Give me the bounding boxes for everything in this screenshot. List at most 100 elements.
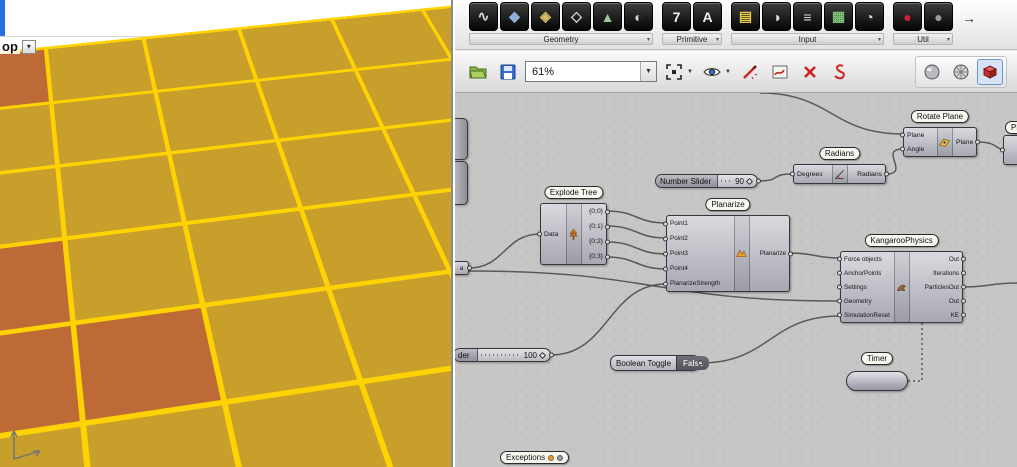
rhino-viewport[interactable]: op ▾ — [0, 0, 453, 467]
param-grip[interactable] — [663, 281, 668, 286]
kangaroo-physics-input-anchorpoints[interactable]: AnchorPoints — [841, 266, 894, 280]
param-grip[interactable] — [663, 221, 668, 226]
viewport-menu-caret-icon[interactable]: ▾ — [22, 40, 36, 54]
param-grip[interactable] — [788, 251, 793, 256]
param-grip[interactable] — [756, 179, 761, 184]
partial-component-2[interactable] — [455, 161, 468, 205]
kangaroo-physics-output-ke[interactable]: KE — [910, 308, 963, 322]
partial-component-right-input[interactable] — [1004, 136, 1017, 164]
param-grip[interactable] — [961, 285, 966, 290]
planarize-input-point2[interactable]: Point2 — [667, 231, 734, 246]
zoom-extents-button[interactable] — [661, 59, 687, 85]
grasshopper-canvas[interactable]: aExplode TreeData{0;0}{0;1}{0;2}{0;3}Pla… — [455, 93, 1017, 467]
kangaroo-physics[interactable]: Force objectsAnchorPointsSettingsGeometr… — [840, 251, 963, 323]
blob-icon[interactable]: ● — [924, 2, 953, 31]
partial-component-right[interactable] — [1003, 135, 1017, 165]
toolbar-group-label-util[interactable]: Util▾ — [893, 33, 953, 45]
param-grip[interactable] — [698, 361, 703, 366]
toolbar-group-label-geometry[interactable]: Geometry▾ — [469, 33, 653, 45]
boolean-toggle[interactable]: Boolean ToggleFalse — [610, 355, 700, 371]
param-grip[interactable] — [837, 271, 842, 276]
wand-button[interactable] — [737, 59, 763, 85]
kangaroo-physics-output-out[interactable]: Out — [910, 252, 963, 266]
clock-icon[interactable]: ◔ — [855, 2, 884, 31]
param-grip[interactable] — [790, 172, 795, 177]
planarize-input-planarizestrength[interactable]: PlanarizeStrength — [667, 276, 734, 291]
viewport-title[interactable]: op ▾ — [0, 39, 36, 54]
explode-tree-output-0-3[interactable]: {0;3} — [582, 249, 607, 264]
kangaroo-physics-output-particlesout[interactable]: ParticlesOut — [910, 280, 963, 294]
partial-param-a[interactable]: a — [455, 261, 469, 275]
param-grip[interactable] — [961, 271, 966, 276]
script-sketch-button[interactable] — [827, 59, 853, 85]
param-grip[interactable] — [961, 299, 966, 304]
param-grip[interactable] — [605, 239, 610, 244]
param-grip[interactable] — [663, 266, 668, 271]
shaded-preview-button[interactable] — [919, 59, 945, 85]
param-grip[interactable] — [837, 257, 842, 262]
planarize-input-point1[interactable]: Point1 — [667, 216, 734, 231]
param-grip[interactable] — [837, 285, 842, 290]
kangaroo-physics-input-settings[interactable]: Settings — [841, 280, 894, 294]
number-slider[interactable]: Number Slider90 — [655, 174, 758, 188]
explode-tree-output-0-2[interactable]: {0;2} — [582, 234, 607, 249]
save-document-button[interactable] — [495, 59, 521, 85]
analyze-icon[interactable]: ◐ — [624, 2, 653, 31]
param-grip[interactable] — [900, 147, 905, 152]
param-grip[interactable] — [961, 257, 966, 262]
partial-component-1[interactable] — [455, 118, 468, 160]
planarize-input-point3[interactable]: Point3 — [667, 246, 734, 261]
param-grip[interactable] — [663, 251, 668, 256]
planarize-input-point4[interactable]: Point4 — [667, 261, 734, 276]
timer[interactable] — [846, 371, 908, 391]
slider-icon[interactable]: ▤ — [731, 2, 760, 31]
color-grid-icon[interactable]: ▦ — [824, 2, 853, 31]
explode-tree-output-0-0[interactable]: {0;0} — [582, 204, 607, 219]
param-grip[interactable] — [837, 313, 842, 318]
cherry-picker-icon[interactable]: ● — [893, 2, 922, 31]
radians-input-degrees[interactable]: Degrees — [794, 165, 832, 183]
number-slider-partial-handle[interactable] — [539, 351, 546, 358]
param-grip[interactable] — [1000, 148, 1005, 153]
knob-icon[interactable]: ◑ — [762, 2, 791, 31]
number-slider-track[interactable] — [721, 180, 731, 182]
freeform-icon[interactable]: ∿ — [469, 2, 498, 31]
param-grip[interactable] — [605, 254, 610, 259]
zoom-caret-icon[interactable]: ▼ — [640, 62, 656, 81]
param-grip[interactable] — [900, 133, 905, 138]
triangulate-icon[interactable]: ▲ — [593, 2, 622, 31]
rotate-plane-output-plane[interactable]: Plane — [953, 128, 976, 156]
radians[interactable]: Degrees Radians — [793, 164, 886, 184]
param-grip[interactable] — [837, 299, 842, 304]
toolbar-group-label-primitive[interactable]: Primitive▾ — [662, 33, 722, 45]
kangaroo-physics-input-simulationreset[interactable]: SimulationReset — [841, 308, 894, 322]
mesh-icon[interactable]: ◈ — [531, 2, 560, 31]
zoom-extents-button-caret-icon[interactable]: ▼ — [687, 69, 695, 75]
param-grip[interactable] — [605, 209, 610, 214]
param-grip[interactable] — [884, 172, 889, 177]
number-icon[interactable]: 7 — [662, 2, 691, 31]
number-slider-partial-track[interactable] — [481, 354, 520, 356]
surface-icon[interactable]: ◆ — [500, 2, 529, 31]
boolean-toggle-value[interactable]: False — [676, 356, 709, 370]
delete-sketch-button[interactable] — [797, 59, 823, 85]
preview-visibility-button[interactable] — [699, 59, 725, 85]
param-grip[interactable] — [537, 232, 542, 237]
kangaroo-physics-output-out[interactable]: Out — [910, 294, 963, 308]
rotate-plane-input-plane[interactable]: Plane — [904, 128, 937, 142]
param-grip[interactable] — [975, 140, 980, 145]
radians-output-radians[interactable]: Radians — [848, 165, 886, 183]
explode-tree-output-0-1[interactable]: {0;1} — [582, 219, 607, 234]
open-document-button[interactable] — [465, 59, 491, 85]
zoom-select[interactable]: 61%▼ — [525, 61, 657, 82]
text-icon[interactable]: A — [693, 2, 722, 31]
number-slider-partial[interactable]: der100 — [455, 348, 551, 362]
param-grip[interactable] — [663, 236, 668, 241]
explode-tree[interactable]: Data{0;0}{0;1}{0;2}{0;3} — [540, 203, 607, 265]
list-icon[interactable]: ≡ — [793, 2, 822, 31]
param-grip[interactable] — [549, 353, 554, 358]
box-icon[interactable]: ◇ — [562, 2, 591, 31]
planarize[interactable]: Point1Point2Point3Point4PlanarizeStrengt… — [666, 215, 790, 292]
exceptions[interactable]: Exceptions — [500, 451, 569, 464]
mesh-preview-button[interactable] — [977, 59, 1003, 85]
